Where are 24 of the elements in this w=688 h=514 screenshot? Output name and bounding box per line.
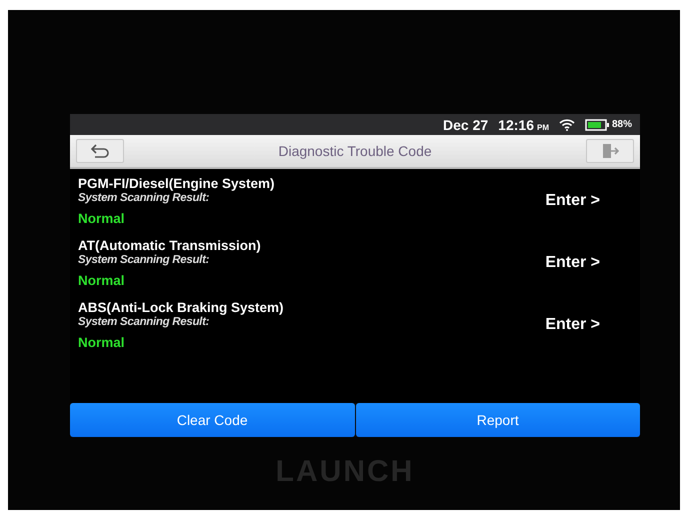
time-meridiem: PM <box>536 122 549 132</box>
battery-icon <box>584 118 609 130</box>
system-name: PGM-FI/Diesel(Engine System) <box>78 176 275 191</box>
scan-result-label: System Scanning Result: <box>78 316 210 328</box>
system-name: ABS(Anti-Lock Braking System) <box>78 300 284 315</box>
status-date: Dec 27 <box>443 116 488 132</box>
back-button[interactable] <box>76 139 124 163</box>
enter-link[interactable]: Enter > <box>545 316 600 334</box>
wifi-icon <box>558 118 575 131</box>
status-time: 12:16 <box>498 116 534 132</box>
scan-result: Normal <box>78 211 126 226</box>
system-name: AT(Automatic Transmission) <box>78 238 261 253</box>
screen-title: Diagnostic Trouble Code <box>278 143 432 159</box>
scan-result-label: System Scanning Result: <box>78 254 210 266</box>
enter-link[interactable]: Enter > <box>545 254 600 272</box>
report-button[interactable]: Report <box>356 403 640 437</box>
back-arrow-icon <box>90 144 110 158</box>
enter-link[interactable]: Enter > <box>545 192 600 210</box>
scan-result: Normal <box>78 273 126 288</box>
clear-code-button[interactable]: Clear Code <box>70 403 354 437</box>
scan-result: Normal <box>78 335 126 350</box>
exit-door-icon <box>601 143 619 159</box>
battery-percent: 88% <box>612 119 632 130</box>
scan-result-label: System Scanning Result: <box>78 192 210 204</box>
